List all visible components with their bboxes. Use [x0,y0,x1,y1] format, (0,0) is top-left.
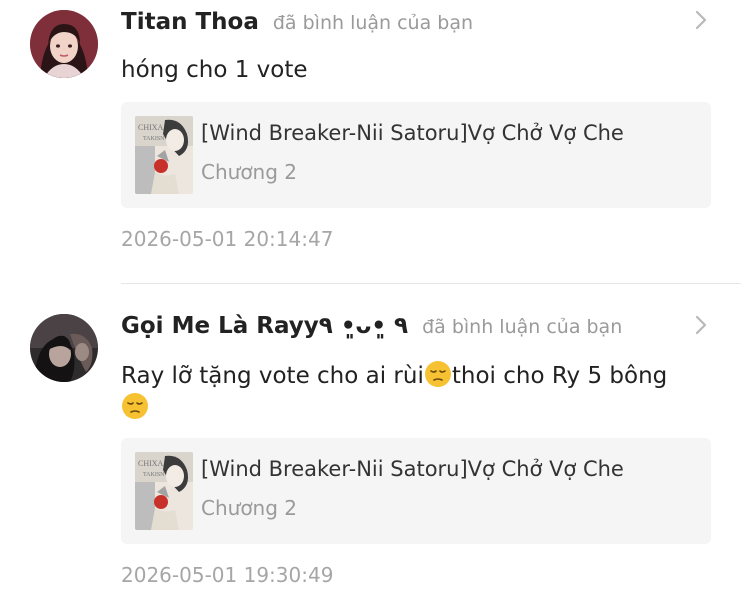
comment-text-part: thoi cho Ry 5 bông [451,363,668,389]
notification-item[interactable]: Gọi Me Là Rayy٩ •͈ᴗ•͈ ٩ đã bình luận của… [0,284,741,600]
story-card[interactable]: CHIXA TAKISN [Wind Breaker-Nii Satoru]Vợ… [121,438,711,544]
avatar[interactable] [30,314,98,382]
svg-text:TAKISN: TAKISN [143,136,165,142]
username[interactable]: Gọi Me Là Rayy٩ •͈ᴗ•͈ ٩ [121,306,408,346]
svg-text:CHIXA: CHIXA [138,459,164,468]
svg-text:CHIXA: CHIXA [138,123,164,132]
chapter-label: Chương 2 [201,160,298,184]
action-text: đã bình luận của bạn [422,316,623,338]
comment-text: hóng cho 1 vote [121,55,711,86]
notification-header: Titan Thoa đã bình luận của bạn [121,2,701,42]
pensive-face-emoji-icon [121,392,149,420]
avatar[interactable] [30,10,98,78]
notification-header: Gọi Me Là Rayy٩ •͈ᴗ•͈ ٩ đã bình luận của… [121,306,701,346]
story-cover: CHIXA TAKISN [135,116,193,194]
story-title[interactable]: [Wind Breaker-Nii Satoru]Vợ Chở Vợ Che [201,457,624,481]
comment-text: Ray lỡ tặng vote cho ai rùi thoi cho Ry 5… [121,360,711,424]
action-text: đã bình luận của bạn [272,12,474,34]
story-title[interactable]: [Wind Breaker-Nii Satoru]Vợ Chở Vợ Che [201,121,624,145]
comment-text-part: Ray lỡ tặng vote cho ai rùi [121,363,424,389]
comment-text-part: hóng cho 1 vote [121,57,308,83]
story-card[interactable]: CHIXA TAKISN [Wind Breaker-Nii Satoru]Vợ… [121,102,711,208]
notification-item[interactable]: Titan Thoa đã bình luận của bạn hóng cho… [0,0,741,283]
chevron-right-icon[interactable] [692,313,710,337]
username[interactable]: Titan Thoa [121,2,259,42]
timestamp: 2026-05-01 20:14:47 [121,227,334,251]
timestamp: 2026-05-01 19:30:49 [121,563,334,587]
pensive-face-emoji-icon [424,360,452,388]
story-cover: CHIXA TAKISN [135,452,193,530]
chapter-label: Chương 2 [201,496,298,520]
chevron-right-icon[interactable] [692,8,710,32]
svg-text:TAKISN: TAKISN [143,472,165,478]
